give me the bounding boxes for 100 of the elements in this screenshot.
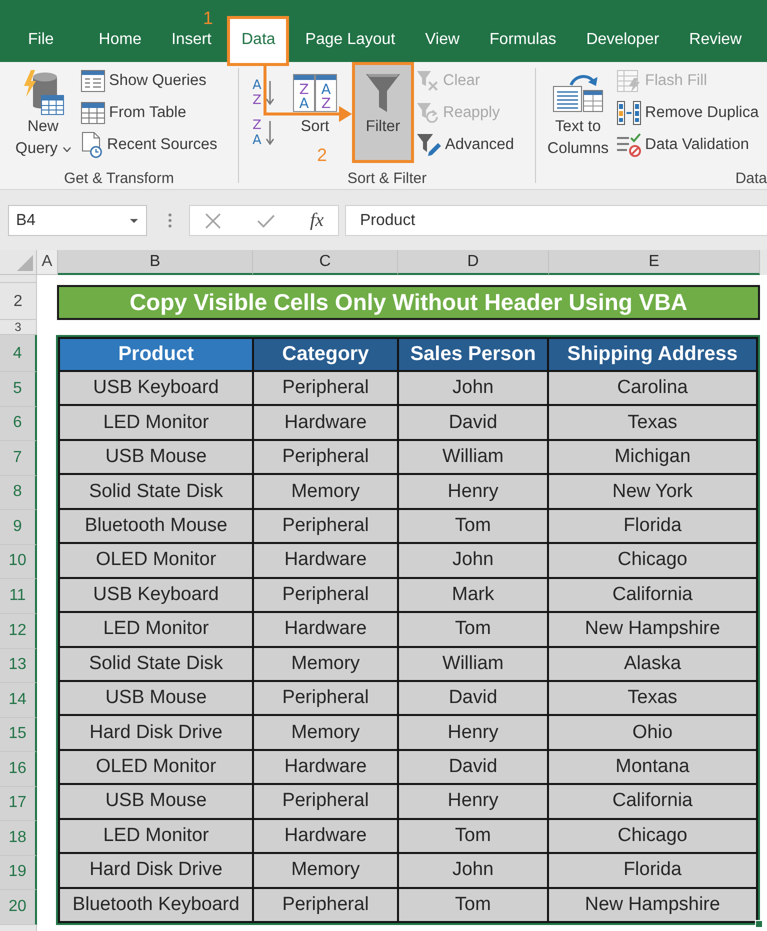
name-box[interactable]: B4: [8, 205, 147, 236]
table-cell: Solid State Disk: [60, 648, 252, 680]
row-header[interactable]: 6: [0, 406, 37, 442]
table-cell: Memory: [254, 648, 397, 680]
column-header[interactable]: B: [58, 250, 253, 275]
new-query-button[interactable]: New Query: [8, 62, 78, 163]
ribbon-tab[interactable]: View: [411, 20, 474, 62]
from-table-button[interactable]: From Table: [78, 97, 220, 129]
row-header[interactable]: 11: [0, 579, 37, 614]
row-header[interactable]: 3: [0, 320, 37, 335]
ribbon-tab[interactable]: Review: [675, 20, 756, 62]
ribbon-tab[interactable]: Data: [227, 16, 290, 66]
table-window-icon: [81, 70, 105, 92]
table-cell: LED Monitor: [60, 820, 252, 852]
row-header[interactable]: 10: [0, 544, 37, 580]
column-header[interactable]: D: [398, 250, 549, 275]
table-cell: USB Mouse: [60, 682, 252, 714]
column-header[interactable]: A: [37, 250, 58, 275]
row-header[interactable]: [0, 275, 37, 283]
table-cell: New York: [549, 475, 756, 508]
row-header[interactable]: 4: [0, 335, 37, 372]
table-cell: California: [549, 785, 756, 818]
table-cell: Bluetooth Keyboard: [60, 888, 252, 921]
column-heading-cell: Category: [254, 339, 397, 370]
advanced-button[interactable]: Advanced: [414, 129, 517, 161]
caret-icon: [130, 218, 138, 222]
filter-pencil-icon: [417, 133, 441, 157]
table-cell: USB Mouse: [60, 785, 252, 818]
step-number: 1: [203, 8, 214, 28]
row-header[interactable]: 7: [0, 441, 37, 476]
document-clock-icon: [81, 132, 103, 158]
table-cell: California: [549, 578, 756, 612]
group-label: Data: [735, 170, 767, 186]
row-header[interactable]: 15: [0, 718, 37, 752]
formula-input[interactable]: Product: [345, 205, 767, 236]
table-cell: OLED Monitor: [60, 750, 252, 784]
table-cell: Peripheral: [254, 510, 397, 542]
table-cell: David: [399, 750, 547, 784]
table-cell: Tom: [399, 820, 547, 852]
filter-button[interactable]: Filter: [352, 62, 414, 163]
row-header[interactable]: 9: [0, 510, 37, 545]
recent-sources-button[interactable]: Recent Sources: [78, 129, 220, 161]
text-to-columns-button[interactable]: Text to Columns: [542, 62, 614, 163]
table-cell: New Hampshire: [549, 613, 756, 646]
row-header[interactable]: 17: [0, 786, 37, 822]
insert-function-button[interactable]: fx: [310, 210, 324, 232]
ribbon-tab[interactable]: Page Layout: [291, 20, 410, 62]
row-header[interactable]: 20: [0, 890, 37, 925]
column-header[interactable]: C: [253, 250, 398, 275]
fill-handle[interactable]: [755, 920, 763, 928]
column-heading-cell: Sales Person: [399, 339, 547, 370]
table-cell: Peripheral: [254, 785, 397, 818]
row-header[interactable]: 8: [0, 476, 37, 510]
list-check-icon: [617, 133, 641, 157]
row-header[interactable]: 16: [0, 752, 37, 787]
ribbon-tab[interactable]: File: [14, 20, 68, 62]
table-cell: USB Mouse: [60, 440, 252, 474]
table-cell: Memory: [254, 716, 397, 749]
row-header[interactable]: 14: [0, 683, 37, 718]
row-header[interactable]: 13: [0, 648, 37, 684]
table-cell: Chicago: [549, 820, 756, 852]
table-cell: Texas: [549, 406, 756, 439]
table-cell: Mark: [399, 578, 547, 612]
ribbon-tab[interactable]: Home: [84, 20, 156, 62]
show-queries-button[interactable]: Show Queries: [78, 65, 220, 97]
table-cell: Peripheral: [254, 682, 397, 714]
remove-duplicates-button[interactable]: Remove Duplica: [614, 97, 762, 129]
table-cell: LED Monitor: [60, 406, 252, 439]
table-cell: David: [399, 406, 547, 439]
table-cell: Michigan: [549, 440, 756, 474]
table-cell: Hardware: [254, 750, 397, 784]
table-icon: [81, 102, 105, 124]
row-header[interactable]: 12: [0, 614, 37, 648]
table-cell: Hard Disk Drive: [60, 854, 252, 887]
table-cell: John: [399, 854, 547, 887]
table-cell: Solid State Disk: [60, 475, 252, 508]
row-header[interactable]: 18: [0, 821, 37, 856]
check-icon[interactable]: [257, 214, 275, 228]
table-cell: OLED Monitor: [60, 544, 252, 577]
select-all-icon[interactable]: [17, 255, 33, 271]
data-validation-button[interactable]: Data Validation: [614, 129, 762, 161]
ribbon-tab[interactable]: Formulas: [476, 20, 570, 62]
row-header[interactable]: 19: [0, 856, 37, 890]
column-header[interactable]: E: [549, 250, 760, 275]
table-cell: Peripheral: [254, 372, 397, 404]
table-cell: John: [399, 544, 547, 577]
table-cell: David: [399, 682, 547, 714]
row-header[interactable]: 2: [0, 283, 37, 320]
column-compare-icon: [617, 101, 641, 125]
ribbon-tab[interactable]: Developer: [572, 20, 674, 62]
row-header[interactable]: 5: [0, 372, 37, 407]
column-heading-cell: Shipping Address: [549, 339, 756, 370]
table-cell: Ohio: [549, 716, 756, 749]
filter-icon: [366, 73, 400, 113]
table-cell: Bluetooth Mouse: [60, 510, 252, 542]
table-cell: New Hampshire: [549, 888, 756, 921]
cancel-icon[interactable]: [205, 212, 221, 228]
table-cell: Peripheral: [254, 440, 397, 474]
table-cell: Chicago: [549, 544, 756, 577]
database-icon: [21, 70, 65, 116]
